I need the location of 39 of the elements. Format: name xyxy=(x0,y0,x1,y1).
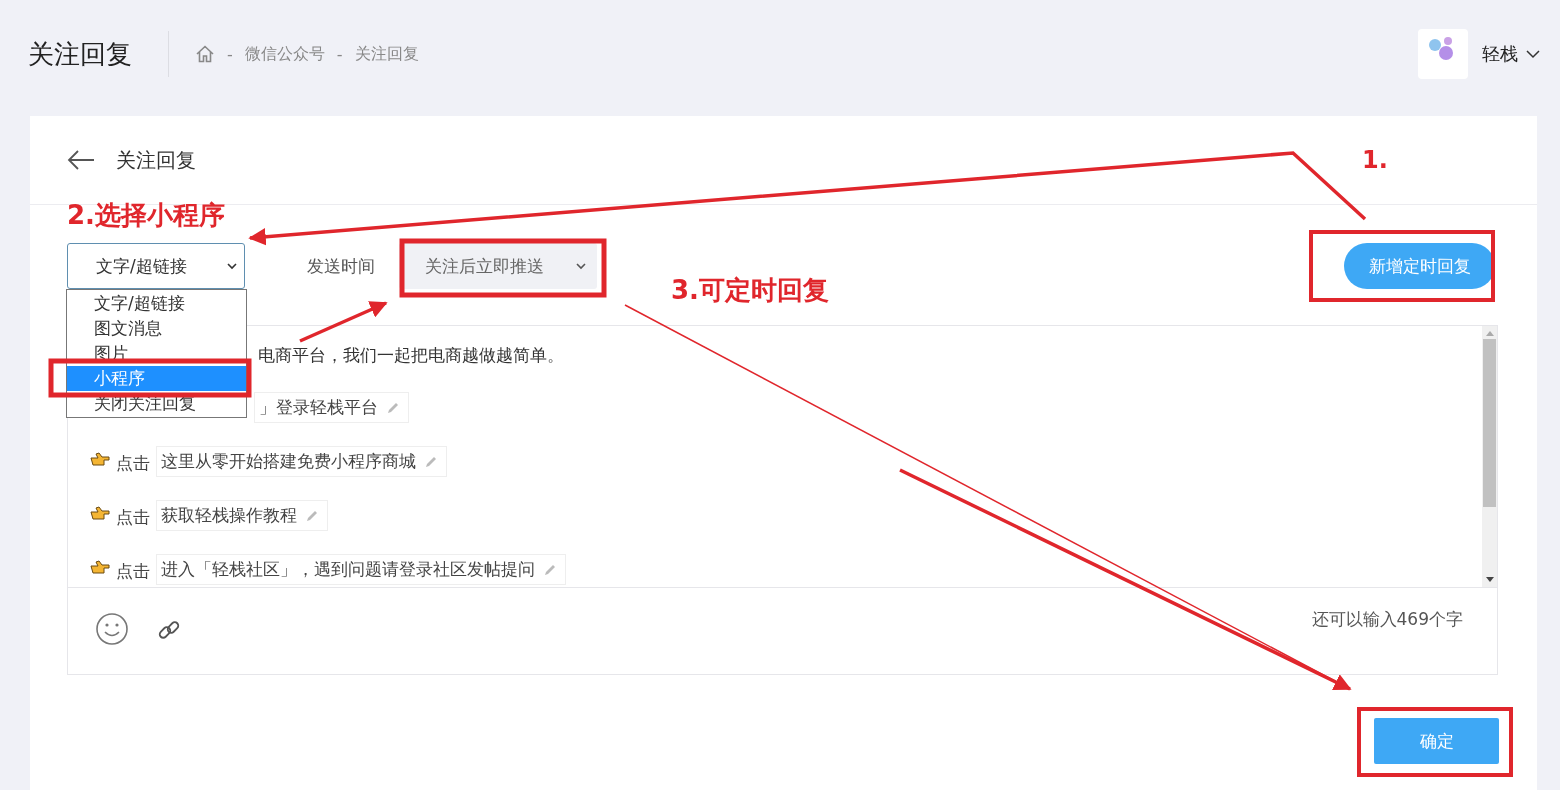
pencil-icon[interactable] xyxy=(305,508,319,523)
card-title: 关注回复 xyxy=(116,146,196,174)
pencil-icon[interactable] xyxy=(543,562,557,577)
annotation-label: 1. xyxy=(1362,146,1388,174)
scrollbar[interactable] xyxy=(1482,326,1497,587)
send-time-select[interactable]: 关注后立即推送 xyxy=(399,243,597,289)
chevron-down-icon[interactable] xyxy=(1526,47,1540,61)
pointing-hand-icon xyxy=(90,506,110,520)
send-time-label: 发送时间 xyxy=(307,254,375,278)
link-chip[interactable]: 这里从零开始搭建免费小程序商城 xyxy=(156,446,447,477)
click-label: 点击 xyxy=(116,560,150,583)
annotation-label: 3.可定时回复 xyxy=(671,274,829,307)
user-name[interactable]: 轻栈 xyxy=(1482,42,1518,66)
character-counter: 还可以输入469个字 xyxy=(1311,608,1463,631)
back-arrow-icon[interactable] xyxy=(66,148,96,172)
pencil-icon[interactable] xyxy=(386,400,400,415)
scroll-down-icon[interactable] xyxy=(1485,577,1494,583)
chevron-down-icon xyxy=(226,260,238,272)
annotation-label: 2.选择小程序 xyxy=(67,199,225,232)
type-select[interactable]: 文字/超链接 xyxy=(67,243,245,289)
link-chip[interactable]: 获取轻栈操作教程 xyxy=(156,500,328,531)
home-icon[interactable] xyxy=(195,44,215,64)
click-label: 点击 xyxy=(116,452,150,475)
pointing-hand-icon xyxy=(90,560,110,574)
chevron-down-icon xyxy=(575,260,587,272)
link-icon[interactable] xyxy=(157,618,181,642)
message-text: 电商平台，我们一起把电商越做越简单。 xyxy=(258,344,564,367)
pencil-icon[interactable] xyxy=(424,454,438,469)
link-chip[interactable]: 」登录轻栈平台 xyxy=(254,392,409,423)
scroll-up-icon[interactable] xyxy=(1485,330,1494,336)
breadcrumb-separator: - xyxy=(336,44,343,64)
dropdown-option[interactable]: 文字/超链接 xyxy=(67,291,246,316)
pointing-hand-icon xyxy=(90,452,110,466)
page-title: 关注回复 xyxy=(28,37,132,71)
logo-icon xyxy=(1418,29,1468,79)
link-chip[interactable]: 进入「轻栈社区」，遇到问题请登录社区发帖提问 xyxy=(156,554,566,585)
breadcrumb-separator: - xyxy=(227,44,233,64)
emoji-icon[interactable] xyxy=(95,612,129,646)
click-label: 点击 xyxy=(116,506,150,529)
